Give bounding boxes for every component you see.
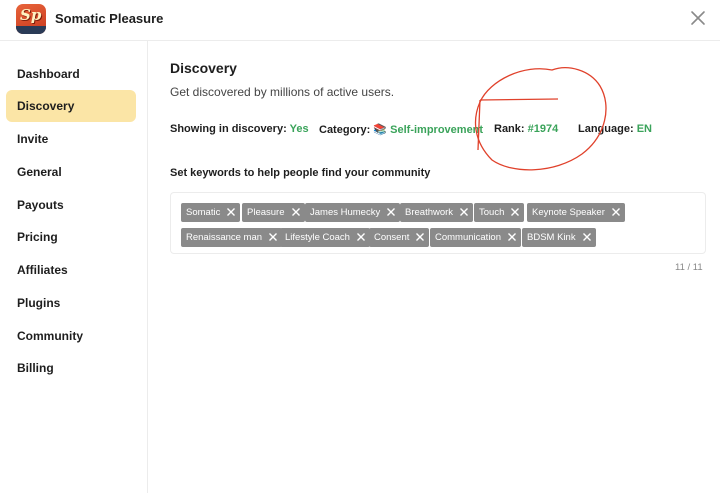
remove-tag-icon[interactable] [582,232,592,242]
showing-in-discovery: Showing in discovery: Yes [170,123,309,135]
keyword-tag-label: Pleasure [247,207,285,218]
app-name: Somatic Pleasure [55,11,164,26]
sidebar-item-plugins[interactable]: Plugins [6,287,136,319]
red-circle-annotation [474,67,607,171]
keyword-tag[interactable]: BDSM Kink [522,228,596,247]
keyword-tag-label: Renaissance man [186,232,263,243]
keyword-tag-label: Communication [435,232,501,243]
keyword-tag[interactable]: Somatic [181,203,241,222]
rank-label: Rank: [494,123,525,135]
keywords-input[interactable]: Somatic Pleasure James Humecky Breathwor… [170,192,706,254]
language-stat: Language: EN [578,123,652,135]
sidebar-item-pricing[interactable]: Pricing [6,221,136,253]
remove-tag-icon[interactable] [510,207,520,217]
remove-tag-icon[interactable] [459,207,469,217]
remove-tag-icon[interactable] [268,232,278,242]
keyword-tag[interactable]: James Humecky [305,203,401,222]
remove-tag-icon[interactable] [611,207,621,217]
sidebar-item-community[interactable]: Community [6,320,136,352]
keyword-tag-label: Somatic [186,207,221,218]
rank-stat: Rank: #1974 [494,123,558,135]
remove-tag-icon[interactable] [507,232,517,242]
keyword-tag-label: Consent [374,232,410,243]
sidebar-item-dashboard[interactable]: Dashboard [6,58,136,90]
close-icon[interactable] [688,8,708,28]
app-logo: Sp [16,4,46,34]
page-subtitle: Get discovered by millions of active use… [170,85,395,99]
showing-label: Showing in discovery: [170,123,287,135]
sidebar-item-invite[interactable]: Invite [6,123,136,155]
remove-tag-icon[interactable] [386,207,396,217]
sidebar-item-billing[interactable]: Billing [6,352,136,384]
page-title: Discovery [170,60,237,76]
keyword-tag-label: Breathwork [405,207,454,218]
showing-value: Yes [289,123,309,135]
keyword-tag-label: James Humecky [310,207,381,218]
keyword-tag[interactable]: Pleasure [242,203,305,222]
keyword-tag[interactable]: Touch [474,203,525,222]
keyword-tag-label: Keynote Speaker [532,207,605,218]
keyword-tag[interactable]: Lifestyle Coach [280,228,370,247]
logo-text: Sp [20,6,42,24]
keyword-counter: 11 / 11 [675,262,703,273]
top-bar: Sp Somatic Pleasure [0,0,720,41]
sidebar-item-payouts[interactable]: Payouts [6,189,136,221]
sidebar-item-general[interactable]: General [6,156,136,188]
sidebar: Dashboard Discovery Invite General Payou… [0,41,148,493]
sidebar-item-affiliates[interactable]: Affiliates [6,254,136,286]
category-label: Category: [319,124,371,136]
keywords-label: Set keywords to help people find your co… [170,167,431,179]
category-stat: Category: 📚 Self-improvement [319,123,483,136]
category-value[interactable]: 📚 Self-improvement [373,124,483,136]
language-value[interactable]: EN [637,123,652,135]
remove-tag-icon[interactable] [226,207,236,217]
keyword-tag[interactable]: Breathwork [400,203,474,222]
keyword-tag[interactable]: Consent [369,228,430,247]
language-label: Language: [578,123,634,135]
remove-tag-icon[interactable] [356,232,366,242]
remove-tag-icon[interactable] [415,232,425,242]
remove-tag-icon[interactable] [291,207,301,217]
keyword-tag[interactable]: Keynote Speaker [527,203,625,222]
keyword-tag-label: Touch [479,207,505,218]
rank-value: #1974 [527,123,559,135]
keyword-tag-label: BDSM Kink [527,232,576,243]
logo-band [16,26,46,34]
keyword-tag[interactable]: Renaissance man [181,228,283,247]
keyword-tag[interactable]: Communication [430,228,521,247]
keyword-tag-label: Lifestyle Coach [285,232,350,243]
sidebar-item-discovery[interactable]: Discovery [6,90,136,122]
